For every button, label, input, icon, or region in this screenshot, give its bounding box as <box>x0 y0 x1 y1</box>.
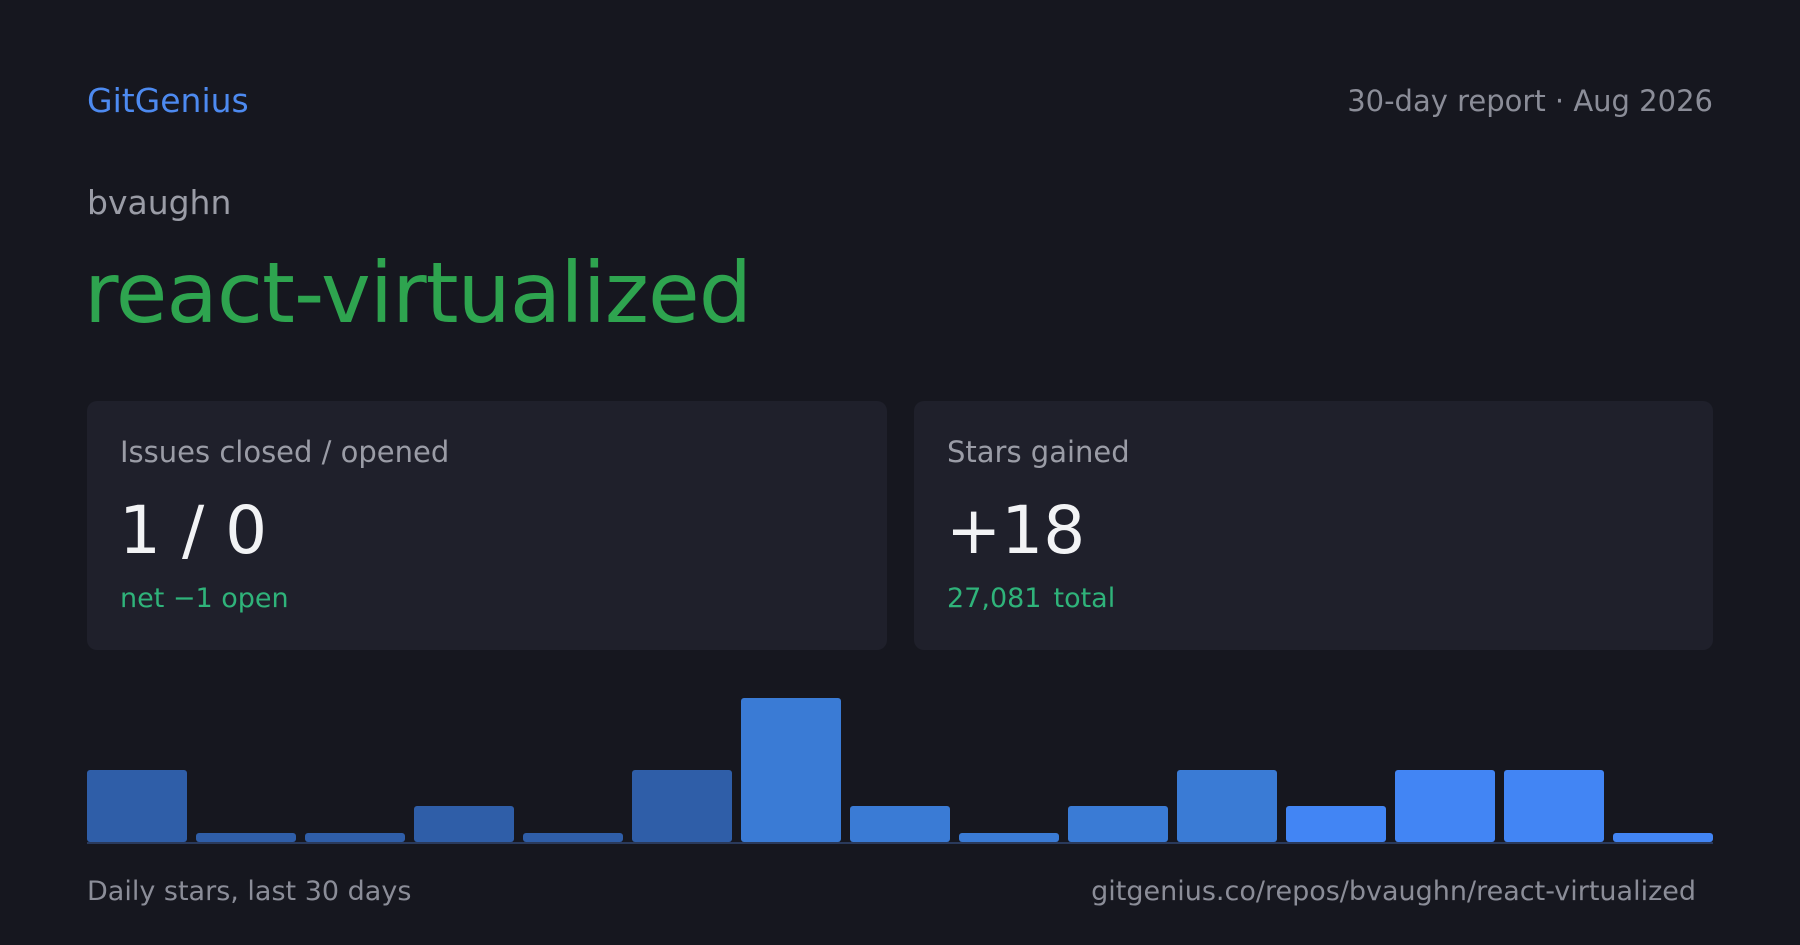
issues-card: Issues closed / opened 1 / 0 net −1 open <box>87 401 887 650</box>
chart-bar <box>632 770 732 842</box>
chart-bar <box>87 770 187 842</box>
stars-value: +18 <box>946 492 1086 569</box>
chart-bar <box>414 806 514 842</box>
chart-bar <box>1504 770 1604 842</box>
stars-total-suffix: total <box>1053 583 1116 614</box>
chart-bar <box>1395 770 1495 842</box>
chart-bar <box>850 806 950 842</box>
chart-bar <box>741 698 841 842</box>
stars-card: Stars gained +18 27,081 total <box>914 401 1713 650</box>
chart-bar <box>523 833 623 842</box>
repo-name[interactable]: react-virtualized <box>84 238 752 348</box>
chart-bar <box>1613 833 1713 842</box>
issues-label: Issues closed / opened <box>120 435 450 469</box>
report-period: 30-day report · Aug 2026 <box>1347 84 1713 118</box>
daily-stars-chart <box>87 698 1713 844</box>
chart-bar <box>959 833 1059 842</box>
chart-baseline <box>87 842 1713 844</box>
chart-bar <box>305 833 405 842</box>
stars-total: 27,081 total <box>947 581 1127 617</box>
repo-url[interactable]: gitgenius.co/repos/bvaughn/react-virtual… <box>1091 873 1696 911</box>
chart-bar <box>196 833 296 842</box>
issues-value: 1 / 0 <box>119 492 268 569</box>
stars-total-value: 27,081 <box>947 583 1042 614</box>
chart-bar <box>1068 806 1168 842</box>
chart-caption: Daily stars, last 30 days <box>87 876 412 907</box>
brand-name[interactable]: GitGenius <box>87 80 249 122</box>
repo-owner[interactable]: bvaughn <box>87 182 231 224</box>
issues-net: net −1 open <box>120 583 289 614</box>
stars-label: Stars gained <box>947 435 1130 469</box>
chart-bar <box>1177 770 1277 842</box>
chart-bar <box>1286 806 1386 842</box>
